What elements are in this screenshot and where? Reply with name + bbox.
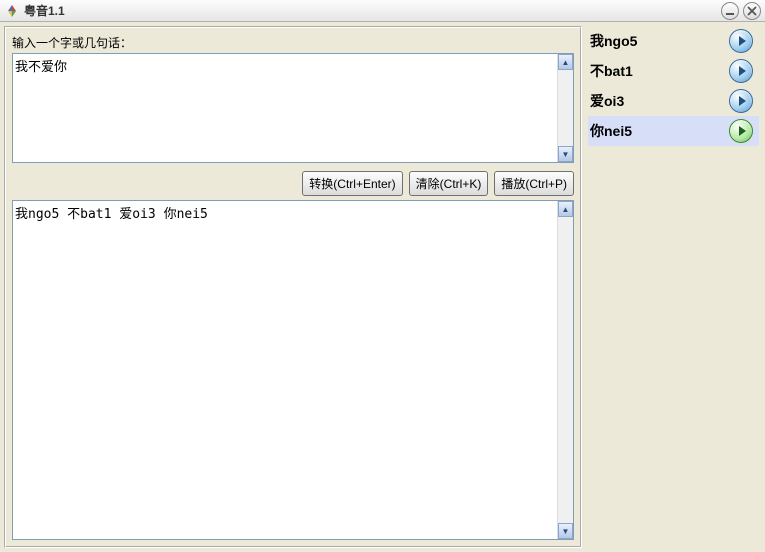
play-icon [739, 36, 746, 46]
play-icon [739, 96, 746, 106]
input-text: 我不爱你 [15, 56, 555, 160]
word-text: 我ngo5 [588, 31, 729, 51]
word-row[interactable]: 你nei5 [588, 116, 759, 146]
input-scrollbar[interactable]: ▲ ▼ [557, 54, 573, 162]
play-word-button[interactable] [729, 59, 753, 83]
word-text: 不bat1 [588, 61, 729, 81]
button-row: 转换(Ctrl+Enter) 清除(Ctrl+K) 播放(Ctrl+P) [12, 171, 574, 196]
input-label: 输入一个字或几句话： [12, 34, 574, 51]
main-panel: 输入一个字或几句话： 我不爱你 ▲ ▼ 转换(Ctrl+Enter) 清除(Ct… [4, 26, 582, 548]
output-scrollbar[interactable]: ▲ ▼ [557, 201, 573, 539]
input-textarea[interactable]: 我不爱你 ▲ ▼ [12, 53, 574, 163]
window-title: 粤音1.1 [24, 2, 717, 19]
close-button[interactable] [743, 2, 761, 20]
app-icon [4, 3, 20, 19]
titlebar: 粤音1.1 [0, 0, 765, 22]
play-word-button[interactable] [729, 89, 753, 113]
play-icon [739, 126, 746, 136]
scroll-up-icon[interactable]: ▲ [558, 201, 573, 217]
output-text: 我ngo5 不bat1 爱oi3 你nei5 [15, 203, 555, 537]
play-button[interactable]: 播放(Ctrl+P) [494, 171, 574, 196]
play-word-button[interactable] [729, 29, 753, 53]
word-list: 我ngo5 不bat1 爱oi3 你nei5 [588, 26, 759, 146]
scroll-down-icon[interactable]: ▼ [558, 146, 573, 162]
word-text: 你nei5 [588, 121, 729, 141]
word-row[interactable]: 爱oi3 [588, 86, 759, 116]
minimize-button[interactable] [721, 2, 739, 20]
play-word-button[interactable] [729, 119, 753, 143]
play-icon [739, 66, 746, 76]
word-list-panel: 我ngo5 不bat1 爱oi3 你nei5 [582, 22, 765, 552]
clear-button[interactable]: 清除(Ctrl+K) [409, 171, 489, 196]
output-textarea[interactable]: 我ngo5 不bat1 爱oi3 你nei5 ▲ ▼ [12, 200, 574, 540]
scroll-up-icon[interactable]: ▲ [558, 54, 573, 70]
word-text: 爱oi3 [588, 91, 729, 111]
scroll-down-icon[interactable]: ▼ [558, 523, 573, 539]
convert-button[interactable]: 转换(Ctrl+Enter) [302, 171, 402, 196]
word-row[interactable]: 我ngo5 [588, 26, 759, 56]
word-row[interactable]: 不bat1 [588, 56, 759, 86]
